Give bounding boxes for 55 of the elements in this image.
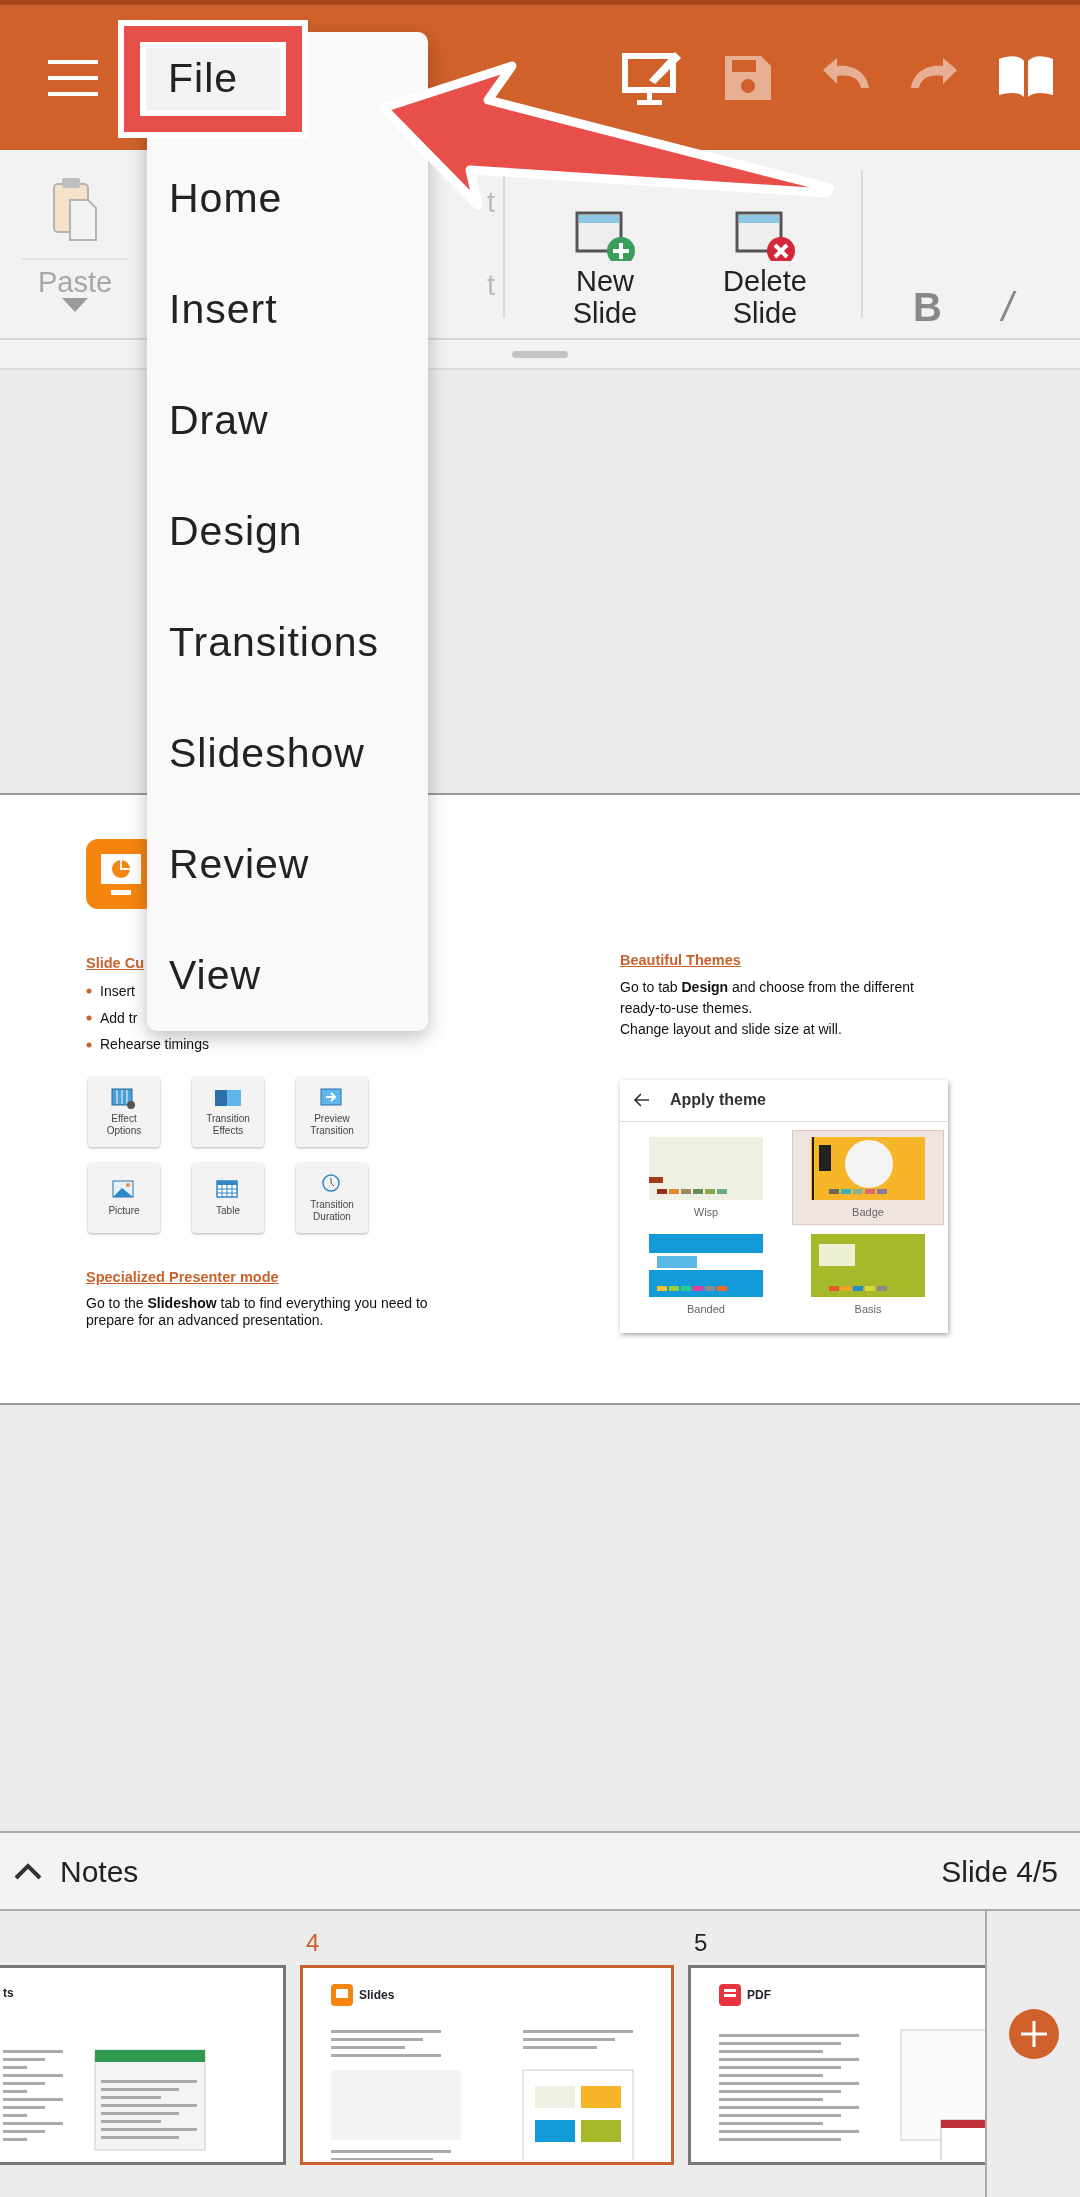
tile-label: Effect Options: [105, 1113, 143, 1138]
menu-item[interactable]: Home: [147, 143, 428, 254]
theme-option[interactable]: Badge: [792, 1129, 944, 1226]
slide-thumbnail[interactable]: Slides: [300, 1965, 674, 2165]
bullet-icon: [86, 1014, 92, 1021]
menu-item[interactable]: Draw: [147, 365, 428, 476]
notes-toggle[interactable]: Notes: [14, 1848, 139, 1894]
back-arrow-icon: [634, 1093, 650, 1108]
menu-item[interactable]: Design: [147, 476, 428, 587]
plus-icon: [1008, 2009, 1059, 2059]
chevron-icon: [14, 1862, 42, 1880]
section-heading: Slide Cu: [86, 954, 144, 973]
menu-item[interactable]: Transitions: [147, 587, 428, 698]
bullet-icon: [86, 1041, 92, 1048]
bullet-icon: [86, 988, 92, 995]
tile-label: Transition Duration: [309, 1199, 355, 1224]
section-heading: Specialized Presenter mode: [86, 1268, 279, 1288]
theme-option[interactable]: Wisp: [630, 1129, 782, 1226]
slide-number: 5: [693, 1928, 709, 1958]
tile-label: Table: [216, 1205, 240, 1218]
tile-label: Transition Effects: [205, 1113, 251, 1138]
theme-option[interactable]: Banded: [630, 1227, 782, 1323]
dialog-title: Apply theme: [670, 1090, 766, 1111]
theme-option[interactable]: Basis: [792, 1227, 944, 1323]
document-app-icon: [719, 1984, 741, 2006]
add-slide-button[interactable]: [1008, 2009, 1059, 2059]
menu-item[interactable]: Insert: [147, 254, 428, 365]
slide-thumbnail[interactable]: ts: [0, 1965, 286, 2165]
slide-thumbnail[interactable]: PDF: [688, 1965, 985, 2165]
paragraph-line: Change layout and slide size at will.: [620, 1019, 843, 1039]
slide-number: 4: [305, 1928, 321, 1958]
presentation-app-icon: [331, 1984, 353, 2006]
thumbnail-title: ts: [3, 1985, 14, 2002]
clipboard-icon: [52, 176, 98, 242]
bullet-text: Rehearse timings: [100, 1036, 209, 1054]
menu-item[interactable]: Slideshow: [147, 698, 428, 809]
menu-item[interactable]: Review: [147, 809, 428, 920]
paragraph: Go to the Slideshow tab to find everything you need to prepare for an advanced presentation.: [86, 1294, 429, 1329]
slide-indicator: Slide 4/5: [941, 1853, 1058, 1890]
thumbnail-title: PDF: [747, 1987, 771, 2004]
paragraph-line: ready-to-use themes.: [620, 998, 754, 1018]
grid-gear-icon: [110, 1087, 138, 1110]
tile-label: Picture: [108, 1205, 140, 1218]
menu-item[interactable]: File: [118, 20, 308, 138]
bullet-text: Add tr: [100, 1009, 138, 1027]
new-slide-button[interactable]: New Slide: [549, 202, 661, 330]
delete-slide-button[interactable]: Delete Slide: [709, 202, 821, 330]
bullet-text: Insert: [100, 982, 135, 1000]
thumbnail-title: Slides: [359, 1987, 395, 2004]
drag-handle[interactable]: [512, 350, 568, 358]
caret-icon: [62, 298, 88, 312]
section-heading: Beautiful Themes: [620, 951, 741, 970]
paragraph-line: Go to tab Design and choose from the different: [620, 977, 915, 997]
tile-label: Preview Transition: [309, 1113, 355, 1138]
menu-item[interactable]: View: [147, 920, 428, 1031]
